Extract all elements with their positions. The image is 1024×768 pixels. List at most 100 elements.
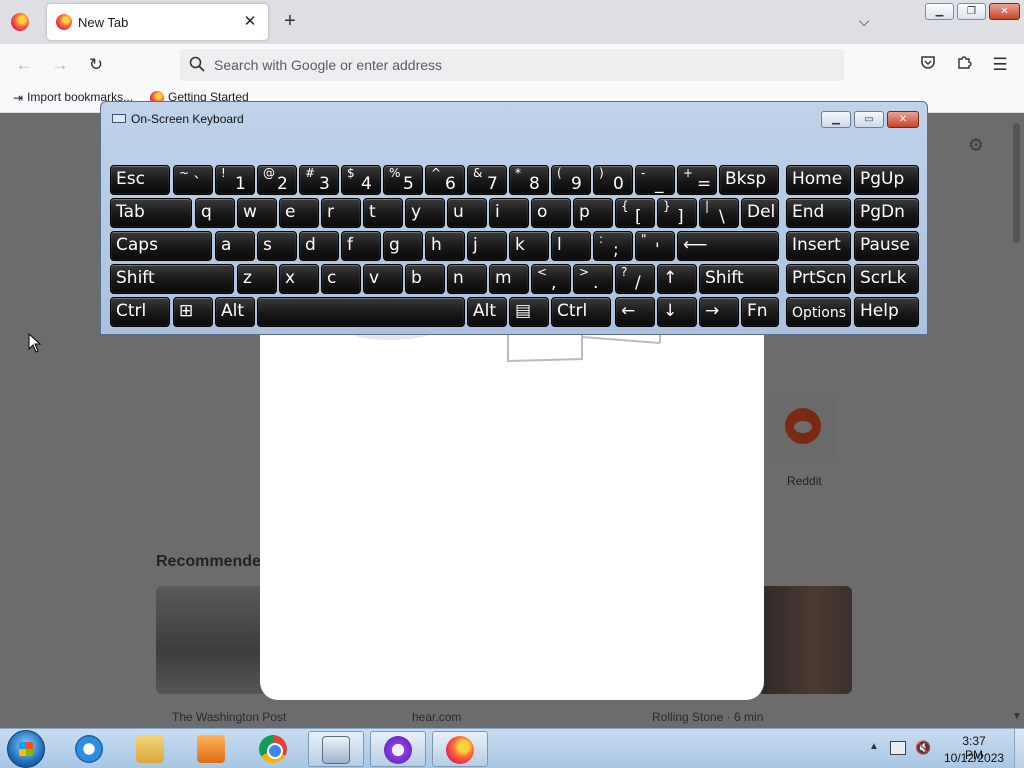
key-p[interactable]: p (573, 198, 613, 228)
key-b[interactable]: b (405, 264, 445, 294)
key-symbol[interactable]: ~ ` (173, 165, 213, 195)
story-card-image[interactable] (758, 586, 852, 694)
osk-titlebar[interactable]: On-Screen Keyboard ▁ ▭ ✕ (101, 102, 927, 130)
key-end[interactable]: End (786, 198, 851, 228)
key-insert[interactable]: Insert (786, 231, 851, 261)
osk-minimize-button[interactable]: ▁ (821, 111, 851, 128)
key-e[interactable]: e (279, 198, 319, 228)
key-7[interactable]: & 7 (467, 165, 507, 195)
key-pause[interactable]: Pause (854, 231, 919, 261)
tab-new-tab[interactable]: New Tab ✕ (47, 4, 268, 40)
pocket-icon[interactable] (916, 53, 940, 77)
volume-muted-icon[interactable]: 🔇 (915, 740, 931, 756)
window-restore-button[interactable]: ❐ (957, 3, 986, 20)
key-alt[interactable]: Alt (215, 297, 255, 327)
taskbar-media-player[interactable] (184, 731, 240, 767)
key-t[interactable]: t (363, 198, 403, 228)
key-symbol[interactable]: {[ (615, 198, 655, 228)
address-bar[interactable] (180, 49, 844, 81)
key-d[interactable]: d (299, 231, 339, 261)
key-symbol[interactable]: >. (573, 264, 613, 294)
key-symbol[interactable]: | \ (699, 198, 739, 228)
arrow-down-key[interactable]: ↓ (657, 297, 697, 327)
page-scrollbar[interactable]: ▼ (1008, 113, 1024, 728)
taskbar-firefox[interactable] (432, 731, 488, 767)
key-2[interactable]: @2 (257, 165, 297, 195)
key-s[interactable]: s (257, 231, 297, 261)
key-n[interactable]: n (447, 264, 487, 294)
key-shift[interactable]: Shift (699, 264, 779, 294)
show-desktop-button[interactable] (1014, 729, 1024, 768)
window-close-button[interactable]: ✕ (989, 3, 1020, 20)
key-del[interactable]: Del (741, 198, 779, 228)
network-icon[interactable] (890, 741, 906, 755)
key-symbol[interactable]: - _ (635, 165, 675, 195)
key-q[interactable]: q (195, 198, 235, 228)
key-j[interactable]: j (467, 231, 507, 261)
key-bksp[interactable]: Bksp (719, 165, 779, 195)
osk-close-button[interactable]: ✕ (887, 111, 919, 128)
key-y[interactable]: y (405, 198, 445, 228)
key-i[interactable]: i (489, 198, 529, 228)
firefox-view-icon[interactable] (11, 13, 29, 31)
key-c[interactable]: c (321, 264, 361, 294)
taskbar-on-screen-keyboard[interactable] (308, 731, 364, 767)
enter-key[interactable]: ⟵ (677, 231, 779, 261)
key-w[interactable]: w (237, 198, 277, 228)
key-scrlk[interactable]: ScrLk (854, 264, 919, 294)
key-v[interactable]: v (363, 264, 403, 294)
key-k[interactable]: k (509, 231, 549, 261)
key-options[interactable]: Options (786, 297, 851, 327)
key-a[interactable]: a (215, 231, 255, 261)
reload-button[interactable]: ↻ (84, 53, 108, 77)
scrollbar-thumb[interactable] (1013, 123, 1020, 243)
key-5[interactable]: % 5 (383, 165, 423, 195)
arrow-right-key[interactable]: → (699, 297, 739, 327)
scroll-down-arrow-icon[interactable]: ▼ (1012, 711, 1022, 722)
key-help[interactable]: Help (854, 297, 919, 327)
key-home[interactable]: Home (786, 165, 851, 195)
key-symbol[interactable]: <, (531, 264, 571, 294)
key-h[interactable]: h (425, 231, 465, 261)
key-pgup[interactable]: PgUp (854, 165, 919, 195)
key-shift[interactable]: Shift (110, 264, 234, 294)
key-0[interactable]: ) 0 (593, 165, 633, 195)
shortcut-reddit[interactable] (770, 395, 836, 461)
new-tab-button[interactable]: + (279, 10, 301, 32)
key-g[interactable]: g (383, 231, 423, 261)
key-1[interactable]: ! 1 (215, 165, 255, 195)
key-pgdn[interactable]: PgDn (854, 198, 919, 228)
context-menu-key[interactable]: ▤ (509, 297, 549, 327)
taskbar-chrome[interactable] (246, 731, 302, 767)
taskbar-app[interactable] (370, 731, 426, 767)
show-hidden-icons-arrow[interactable]: ▲ (869, 741, 879, 752)
key-4[interactable]: $4 (341, 165, 381, 195)
arrow-up-key[interactable]: ↑ (657, 264, 697, 294)
arrow-left-key[interactable]: ← (615, 297, 655, 327)
address-input[interactable] (214, 49, 814, 81)
key-alt[interactable]: Alt (467, 297, 507, 327)
key-ctrl[interactable]: Ctrl (551, 297, 611, 327)
key-m[interactable]: m (489, 264, 529, 294)
window-minimize-button[interactable]: ▁ (925, 3, 954, 20)
key-tab[interactable]: Tab (110, 198, 192, 228)
tab-close-icon[interactable]: ✕ (240, 12, 260, 32)
key-6[interactable]: ^ 6 (425, 165, 465, 195)
taskbar-internet-explorer[interactable] (62, 731, 118, 767)
key-l[interactable]: l (551, 231, 591, 261)
osk-maximize-button[interactable]: ▭ (854, 111, 884, 128)
start-button[interactable] (7, 730, 45, 768)
key-o[interactable]: o (531, 198, 571, 228)
key-caps[interactable]: Caps (110, 231, 212, 261)
space-key[interactable] (257, 297, 465, 327)
key-z[interactable]: z (237, 264, 277, 294)
key-prtscn[interactable]: PrtScn (786, 264, 851, 294)
key-9[interactable]: (9 (551, 165, 591, 195)
key-f[interactable]: f (341, 231, 381, 261)
key-8[interactable]: * 8 (509, 165, 549, 195)
key-r[interactable]: r (321, 198, 361, 228)
windows-key[interactable]: ⊞ (173, 297, 213, 327)
taskbar-file-explorer[interactable] (123, 731, 179, 767)
clock-date[interactable]: 10/12/2023 (944, 751, 1004, 765)
key-esc[interactable]: Esc (110, 165, 170, 195)
